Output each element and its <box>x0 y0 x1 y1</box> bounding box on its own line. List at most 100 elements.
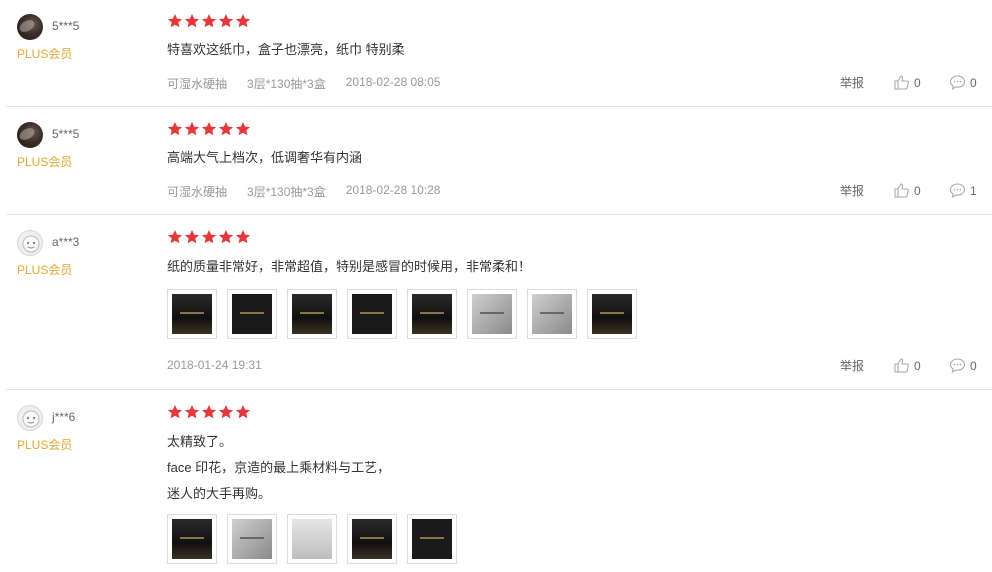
star-icon <box>167 230 183 244</box>
review-item: a***3 PLUS会员 纸的质量非常好，非常超值，特别是感冒的时候用，非常柔和… <box>0 216 992 390</box>
star-icon <box>218 122 234 136</box>
review-image-thumb[interactable] <box>347 514 397 564</box>
star-icon <box>201 230 217 244</box>
thumbs-up-icon <box>894 183 909 198</box>
like-button[interactable]: 0 <box>893 74 921 91</box>
review-image-thumb[interactable] <box>587 289 637 339</box>
review-date: 2018-01-24 19:31 <box>167 358 262 372</box>
review-date: 2018-02-28 08:05 <box>345 75 441 89</box>
star-icon <box>167 122 183 136</box>
comment-button[interactable]: 1 <box>949 182 977 199</box>
review-image-thumb[interactable] <box>527 289 577 339</box>
comment-icon <box>949 75 966 91</box>
review-text-line: 高端大气上档次，低调奢华有内涵 <box>167 150 363 165</box>
plus-member-badge: PLUS会员 <box>17 263 73 277</box>
like-button[interactable]: 0 <box>893 357 921 374</box>
username[interactable]: 5***5 <box>52 127 79 141</box>
review-date: 2018-02-28 10:28 <box>345 183 441 197</box>
review-image-thumb[interactable] <box>167 289 217 339</box>
review-text: 高端大气上档次，低调奢华有内涵 <box>167 145 362 171</box>
report-link[interactable]: 举报 <box>840 74 864 91</box>
rating-stars <box>167 13 251 29</box>
review-images <box>167 289 637 339</box>
review-text: 特喜欢这纸巾，盒子也漂亮，纸巾 特别柔 <box>167 37 405 63</box>
review-images <box>167 514 457 564</box>
review-text-line: 特喜欢这纸巾，盒子也漂亮，纸巾 特别柔 <box>167 42 405 57</box>
product-spec: 3层*130抽*3盒 <box>247 77 326 91</box>
divider <box>6 214 992 215</box>
rating-stars <box>167 404 251 420</box>
comment-count: 0 <box>970 75 977 90</box>
like-count: 0 <box>914 358 921 373</box>
comment-icon <box>949 358 966 374</box>
comment-count: 1 <box>970 183 977 198</box>
star-icon <box>235 230 251 244</box>
review-image-thumb[interactable] <box>287 289 337 339</box>
star-icon <box>201 14 217 28</box>
star-icon <box>235 14 251 28</box>
avatar[interactable] <box>17 14 43 40</box>
star-icon <box>201 122 217 136</box>
star-icon <box>235 405 251 419</box>
comment-button[interactable]: 0 <box>949 357 977 374</box>
review-image-thumb[interactable] <box>167 514 217 564</box>
star-icon <box>184 405 200 419</box>
review-image-thumb[interactable] <box>347 289 397 339</box>
report-link[interactable]: 举报 <box>840 357 864 374</box>
avatar[interactable] <box>17 230 43 256</box>
review-image-thumb[interactable] <box>407 514 457 564</box>
thumbs-up-icon <box>894 75 909 90</box>
like-count: 0 <box>914 183 921 198</box>
thumbs-up-icon <box>894 358 909 373</box>
review-text-line: face 印花，京造的最上乘材料与工艺， <box>167 460 391 475</box>
comment-button[interactable]: 0 <box>949 74 977 91</box>
star-icon <box>184 122 200 136</box>
comment-count: 0 <box>970 358 977 373</box>
review-text-line: 纸的质量非常好，非常超值，特别是感冒的时候用，非常柔和！ <box>167 259 532 274</box>
star-icon <box>167 14 183 28</box>
review-image-thumb[interactable] <box>287 514 337 564</box>
comment-icon <box>949 183 966 199</box>
review-item: 5***5 PLUS会员 高端大气上档次，低调奢华有内涵 可湿水硬抽 3层*13… <box>0 108 992 215</box>
star-icon <box>184 230 200 244</box>
avatar[interactable] <box>17 405 43 431</box>
like-count: 0 <box>914 75 921 90</box>
plus-member-badge: PLUS会员 <box>17 47 73 61</box>
star-icon <box>218 230 234 244</box>
review-image-thumb[interactable] <box>407 289 457 339</box>
divider <box>6 106 992 107</box>
review-item: j***6 PLUS会员 太精致了。 face 印花，京造的最上乘材料与工艺， … <box>0 391 992 572</box>
review-meta: 2018-01-24 19:31 <box>167 358 262 372</box>
star-icon <box>218 405 234 419</box>
star-icon <box>218 14 234 28</box>
plus-member-badge: PLUS会员 <box>17 155 73 169</box>
product-type: 可湿水硬抽 <box>167 77 228 91</box>
review-text: 纸的质量非常好，非常超值，特别是感冒的时候用，非常柔和！ <box>167 254 531 280</box>
divider <box>6 389 992 390</box>
rating-stars <box>167 229 251 245</box>
review-text: 太精致了。 face 印花，京造的最上乘材料与工艺， 迷人的大手再购。 <box>167 429 390 507</box>
review-item: 5***5 PLUS会员 特喜欢这纸巾，盒子也漂亮，纸巾 特别柔 可湿水硬抽 3… <box>0 0 992 107</box>
review-image-thumb[interactable] <box>467 289 517 339</box>
report-link[interactable]: 举报 <box>840 182 864 199</box>
product-spec: 3层*130抽*3盒 <box>247 185 326 199</box>
review-text-line: 迷人的大手再购。 <box>167 486 272 501</box>
rating-stars <box>167 121 251 137</box>
star-icon <box>235 122 251 136</box>
star-icon <box>184 14 200 28</box>
avatar[interactable] <box>17 122 43 148</box>
review-text-line: 太精致了。 <box>167 434 233 449</box>
review-image-thumb[interactable] <box>227 289 277 339</box>
like-button[interactable]: 0 <box>893 182 921 199</box>
default-avatar-icon <box>22 410 40 428</box>
default-avatar-icon <box>22 235 40 253</box>
username[interactable]: j***6 <box>52 410 75 424</box>
username[interactable]: 5***5 <box>52 19 79 33</box>
username[interactable]: a***3 <box>52 235 79 249</box>
review-meta: 可湿水硬抽 3层*130抽*3盒 2018-02-28 10:28 <box>167 183 440 200</box>
review-meta: 可湿水硬抽 3层*130抽*3盒 2018-02-28 08:05 <box>167 75 440 92</box>
star-icon <box>201 405 217 419</box>
plus-member-badge: PLUS会员 <box>17 438 73 452</box>
product-type: 可湿水硬抽 <box>167 185 228 199</box>
review-image-thumb[interactable] <box>227 514 277 564</box>
